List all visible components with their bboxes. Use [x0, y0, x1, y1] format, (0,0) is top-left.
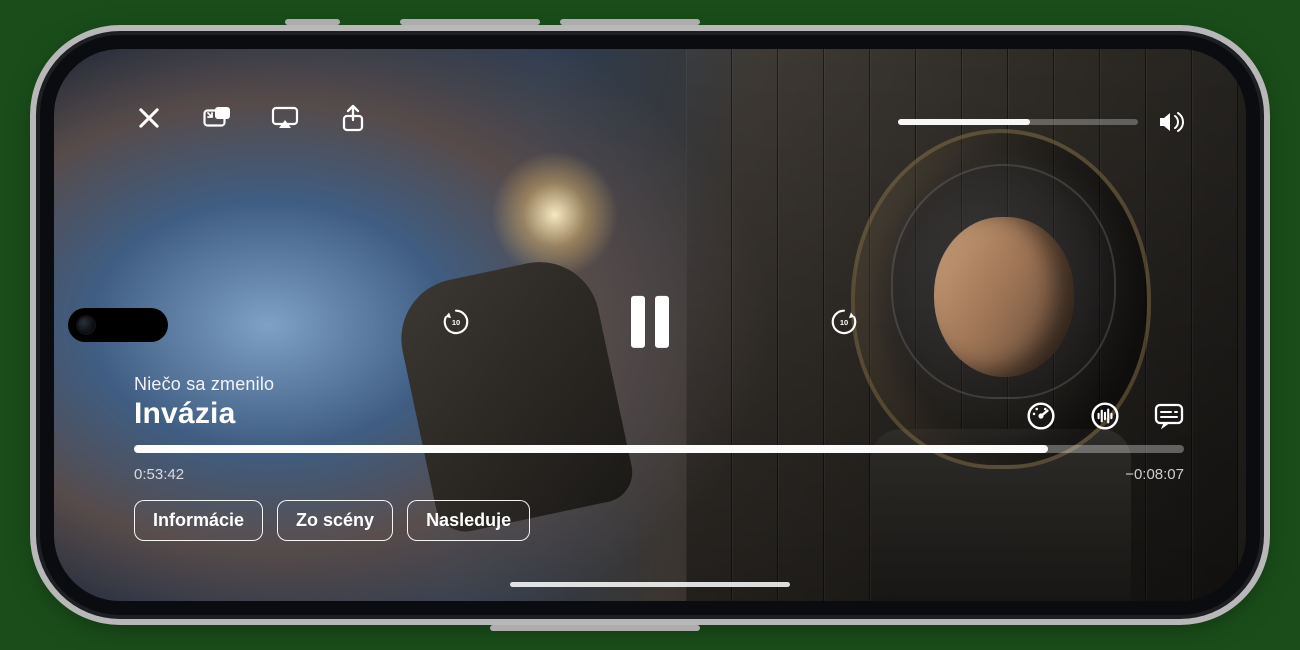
- progress-fill: [134, 445, 1048, 453]
- player-overlay: 10 10 Niečo sa zmenilo Invázia: [54, 49, 1246, 601]
- hw-volume-down: [560, 19, 700, 25]
- share-icon: [339, 104, 367, 132]
- phone-frame: 10 10 Niečo sa zmenilo Invázia: [40, 35, 1260, 615]
- top-left-controls: [134, 103, 368, 133]
- pip-icon: [203, 104, 231, 132]
- tab-upnext[interactable]: Nasleduje: [407, 500, 530, 541]
- airplay-icon: [271, 104, 299, 132]
- hw-silent-switch: [285, 19, 340, 25]
- close-icon: [135, 104, 163, 132]
- volume-button[interactable]: [1156, 107, 1186, 137]
- episode-subtitle: Niečo sa zmenilo: [134, 374, 274, 395]
- gauge-icon: [1026, 401, 1056, 431]
- bottom-tabs: Informácie Zo scény Nasleduje: [134, 500, 530, 541]
- subtitles-button[interactable]: [1154, 401, 1184, 431]
- volume-control: [898, 107, 1186, 137]
- show-title: Invázia: [134, 397, 274, 431]
- svg-text:10: 10: [840, 318, 848, 327]
- pause-button[interactable]: [631, 296, 669, 348]
- speaker-icon: [1157, 108, 1185, 136]
- skip-forward-button[interactable]: 10: [829, 307, 859, 337]
- pause-icon: [631, 296, 645, 348]
- close-button[interactable]: [134, 103, 164, 133]
- speed-button[interactable]: [1026, 401, 1056, 431]
- waveform-icon: [1090, 401, 1120, 431]
- pip-button[interactable]: [202, 103, 232, 133]
- video-screen[interactable]: 10 10 Niečo sa zmenilo Invázia: [54, 49, 1246, 601]
- hw-side-button: [490, 625, 700, 631]
- skip-back-icon: 10: [441, 296, 471, 348]
- volume-slider[interactable]: [898, 119, 1138, 125]
- subtitles-icon: [1154, 401, 1184, 431]
- right-controls: [1026, 401, 1184, 431]
- progress-slider[interactable]: [134, 445, 1184, 453]
- volume-fill: [898, 119, 1030, 125]
- skip-forward-icon: 10: [829, 296, 859, 348]
- tab-scenes[interactable]: Zo scény: [277, 500, 393, 541]
- time-labels: 0:53:42 −0:08:07: [134, 466, 1184, 483]
- home-indicator[interactable]: [510, 582, 790, 587]
- remaining-time: −0:08:07: [1125, 466, 1184, 483]
- hw-volume-up: [400, 19, 540, 25]
- pause-icon: [655, 296, 669, 348]
- skip-back-button[interactable]: 10: [441, 307, 471, 337]
- share-button[interactable]: [338, 103, 368, 133]
- elapsed-time: 0:53:42: [134, 466, 184, 483]
- audio-track-button[interactable]: [1090, 401, 1120, 431]
- playback-controls: 10 10: [441, 296, 859, 348]
- svg-text:10: 10: [452, 318, 460, 327]
- title-block: Niečo sa zmenilo Invázia: [134, 374, 274, 431]
- tab-info[interactable]: Informácie: [134, 500, 263, 541]
- airplay-button[interactable]: [270, 103, 300, 133]
